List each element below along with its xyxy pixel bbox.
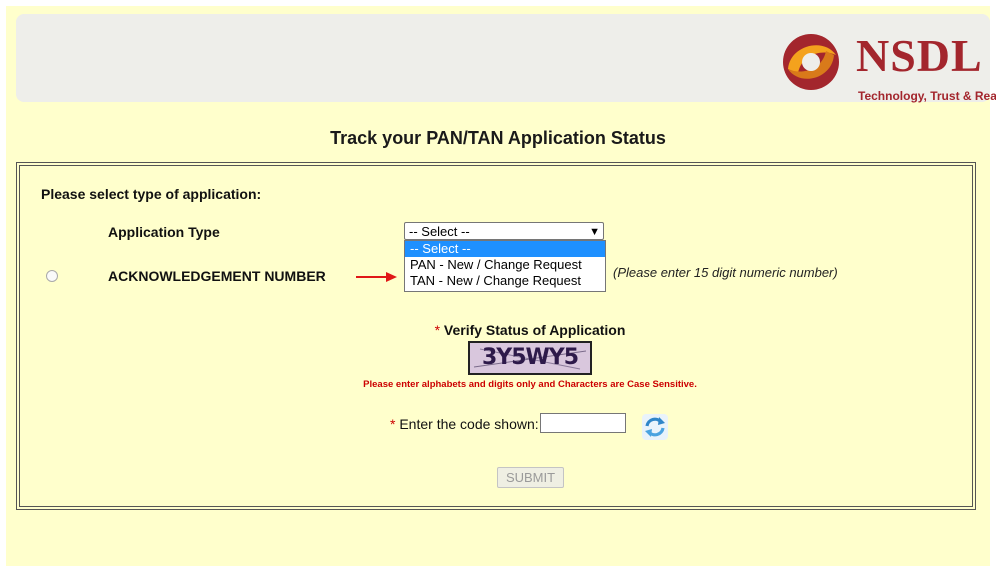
nsdl-logo: NSDL Technology, Trust & Reach (780, 29, 996, 104)
nsdl-logo-icon (783, 34, 839, 90)
verify-label: Verify Status of Application (443, 322, 626, 338)
section-label: Please select type of application: (41, 186, 262, 202)
code-label-wrapper: * Enter the code shown: (390, 416, 539, 432)
acknowledgement-hint: (Please enter 15 digit numeric number) (613, 265, 838, 280)
captcha-image: 3Y5WY5 (468, 341, 592, 375)
required-mark: * (434, 322, 441, 338)
select-current-value: -- Select -- (409, 224, 470, 239)
brand-name: NSDL (856, 30, 983, 81)
refresh-captcha-icon[interactable] (642, 414, 668, 440)
application-type-dropdown: -- Select -- PAN - New / Change Request … (404, 240, 606, 292)
verify-heading: * Verify Status of Application (0, 322, 996, 338)
dropdown-option-pan[interactable]: PAN - New / Change Request (405, 257, 605, 273)
red-arrow-icon (356, 272, 397, 282)
dropdown-option-select[interactable]: -- Select -- (405, 241, 605, 257)
captcha-note: Please enter alphabets and digits only a… (363, 379, 697, 390)
brand-tagline: Technology, Trust & Reach (858, 89, 996, 103)
submit-button[interactable]: SUBMIT (497, 467, 564, 488)
code-label: Enter the code shown: (399, 416, 539, 432)
acknowledgement-radio[interactable] (46, 270, 58, 282)
required-mark: * (390, 416, 396, 432)
dropdown-option-tan[interactable]: TAN - New / Change Request (405, 273, 605, 289)
chevron-down-icon: ▼ (589, 226, 600, 238)
application-type-select[interactable]: -- Select -- ▼ (404, 222, 604, 240)
header-banner: NSDL Technology, Trust & Reach (16, 14, 996, 103)
captcha-code-input[interactable] (540, 413, 626, 433)
page-title: Track your PAN/TAN Application Status (330, 128, 666, 148)
application-type-label: Application Type (108, 224, 220, 240)
captcha-text: 3Y5WY5 (481, 345, 579, 370)
acknowledgement-label: ACKNOWLEDGEMENT NUMBER (108, 268, 326, 284)
